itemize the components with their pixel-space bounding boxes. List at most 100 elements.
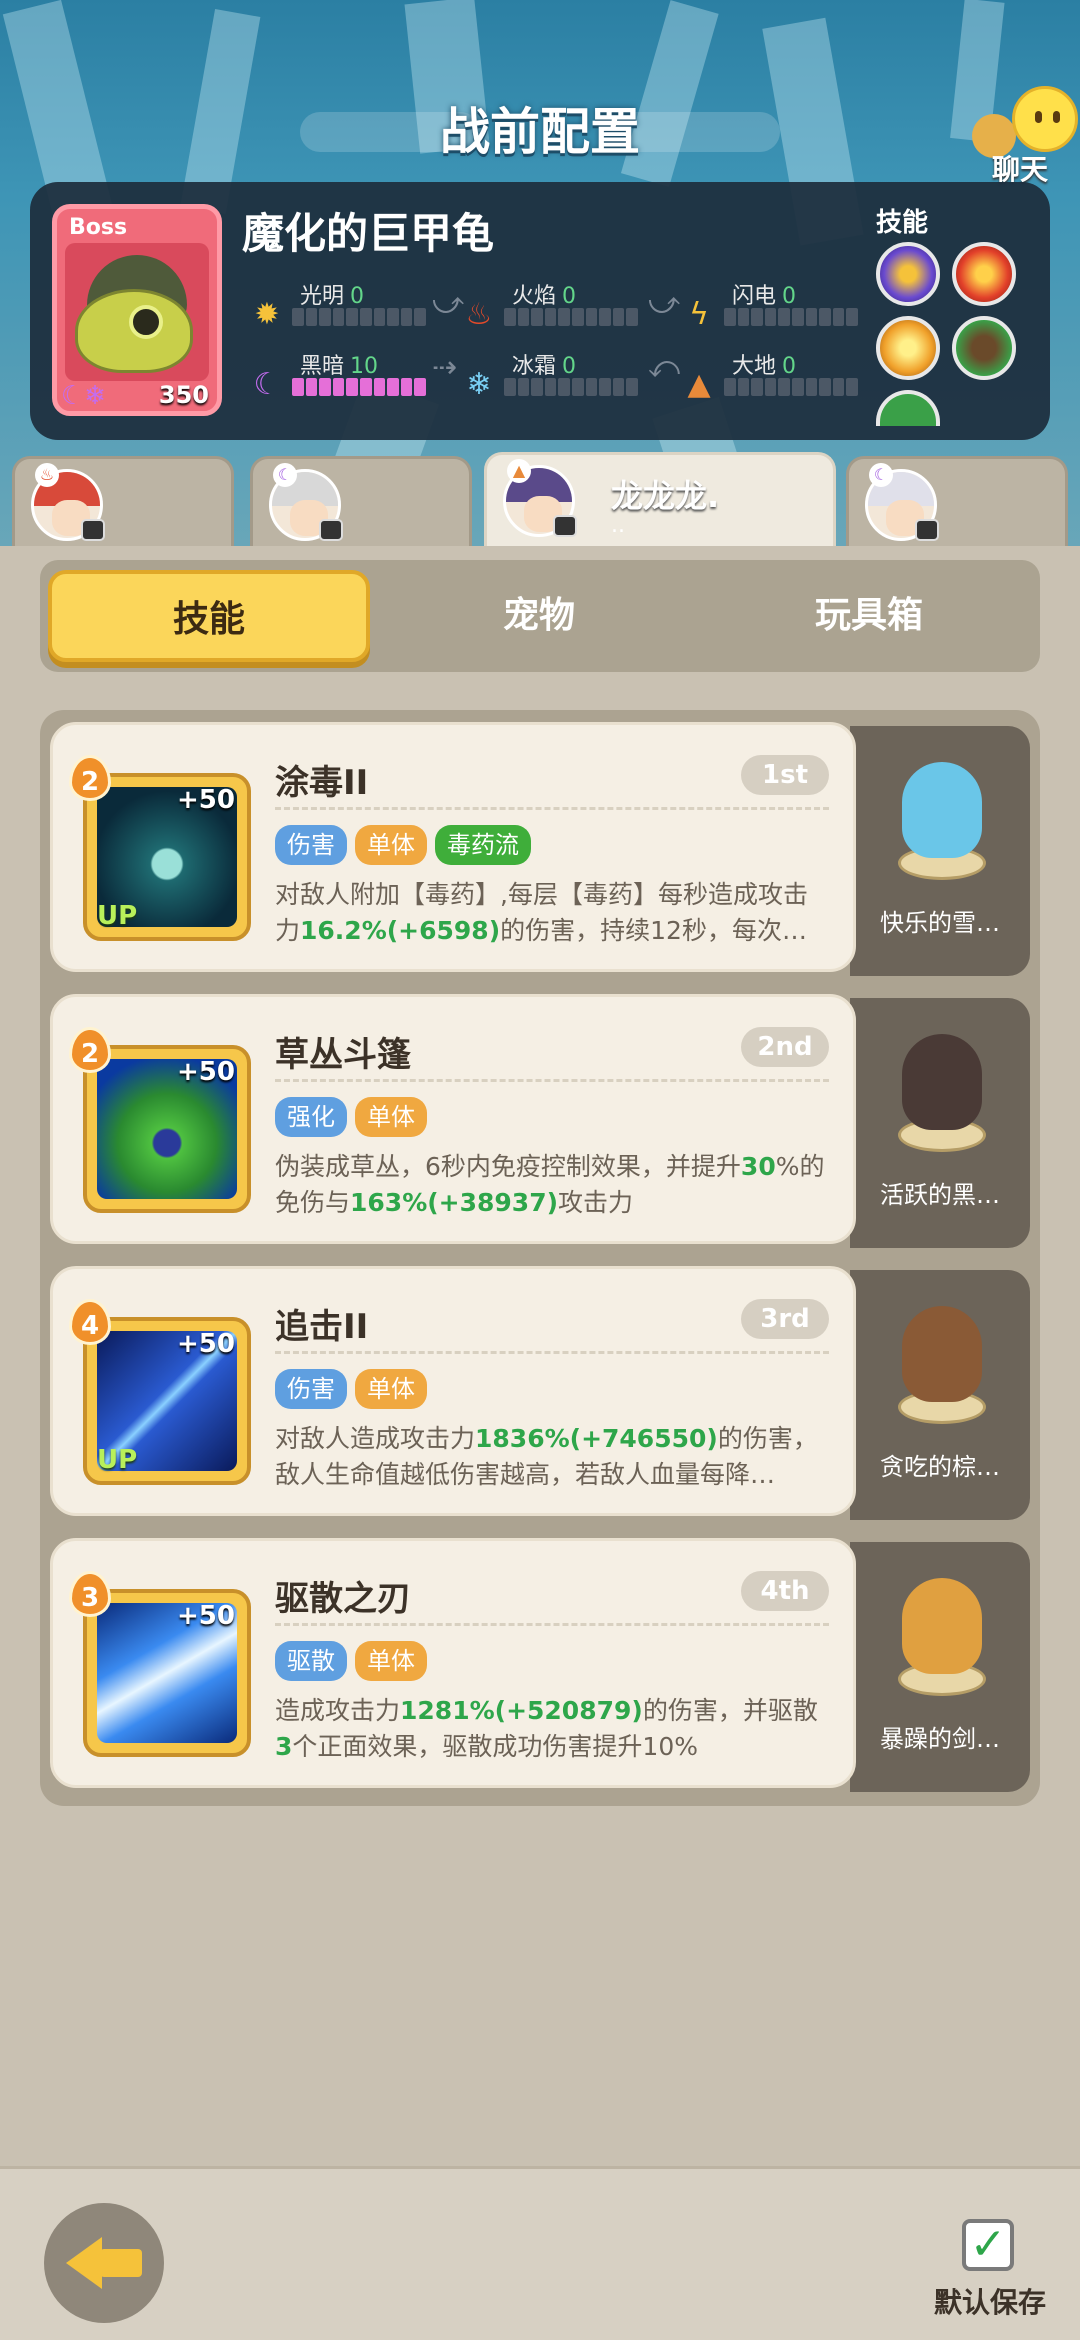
- character-name: 龙龙龙.: [611, 477, 720, 515]
- boss-badge: Boss: [69, 215, 128, 240]
- boss-skill-fireball-icon[interactable]: [952, 242, 1016, 306]
- skill-tag: 单体: [355, 825, 427, 865]
- arrow-icon: ⤻: [432, 286, 465, 321]
- tab-pets[interactable]: 宠物: [378, 570, 700, 662]
- pet-slot[interactable]: 暴躁的剑…: [850, 1542, 1030, 1792]
- bar-segment: [571, 378, 584, 396]
- desc-text: 的伤害，并驱散: [642, 1696, 818, 1725]
- element-dark: ☾ 黑暗 10: [250, 348, 450, 408]
- boss-portrait[interactable]: Boss ☾❄ 350: [52, 204, 222, 416]
- desc-highlight: 1836%(+746550): [475, 1424, 718, 1453]
- lock-icon: [915, 519, 939, 541]
- bar-segment: [724, 378, 736, 396]
- fire-element-icon: ♨: [35, 463, 59, 487]
- skill-card[interactable]: 4 +50 UP 追击II 3rd 伤害 单体 对敌人造成攻击力1836%(+7…: [50, 1266, 856, 1516]
- default-save-label: 默认保存: [934, 2286, 1047, 2319]
- bar-segment: [292, 378, 304, 396]
- bar-segment: [599, 378, 611, 396]
- skill-plus: +50: [177, 785, 235, 815]
- skill-tag: 单体: [355, 1641, 427, 1681]
- lock-icon: [319, 519, 343, 541]
- tab-toybox[interactable]: 玩具箱: [708, 570, 1030, 662]
- element-earth-label: 大地: [732, 354, 777, 379]
- element-earth: ▲ 大地 0: [682, 348, 882, 408]
- character-subtitle: ..: [611, 513, 625, 538]
- boss-level: 350: [158, 381, 209, 409]
- element-earth-value: 0: [782, 354, 797, 379]
- skill-card[interactable]: 2 +50 UP 涂毒II 1st 伤害 单体 毒药流 对敌人附加【毒药】,每层…: [50, 722, 856, 972]
- bottom-bar: ✓ 默认保存: [0, 2166, 1080, 2340]
- skill-card[interactable]: 2 +50 草丛斗篷 2nd 强化 单体 伪装成草丛，6秒内免疫控制效果，并提升…: [50, 994, 856, 1244]
- bar-segment: [292, 308, 304, 326]
- earth-element-icon: ▲: [507, 459, 531, 483]
- skill-plus: +50: [177, 1057, 235, 1087]
- skill-tag: 强化: [275, 1097, 347, 1137]
- back-button[interactable]: [44, 2203, 164, 2323]
- character-tab-3[interactable]: ▲ 龙龙龙. ..: [484, 452, 836, 556]
- chat-button[interactable]: 聊天: [966, 86, 1078, 186]
- bar-segment: [832, 308, 845, 326]
- skill-tag: 伤害: [275, 825, 347, 865]
- pet-avatar: [902, 1578, 982, 1674]
- flame-icon: ♨: [465, 297, 493, 332]
- bar-segment: [319, 308, 331, 326]
- bar-segment: [626, 378, 638, 396]
- skill-tags: 伤害 单体 毒药流: [275, 825, 531, 865]
- character-tab-2[interactable]: ☾: [250, 456, 472, 546]
- lock-icon: [81, 519, 105, 541]
- boss-skill-extra-icon[interactable]: [876, 390, 940, 426]
- element-fire: ♨ 火焰 0: [462, 278, 662, 338]
- skill-rank: 2nd: [741, 1027, 829, 1067]
- bar-segment: [612, 378, 625, 396]
- skill-name: 涂毒II: [275, 763, 369, 803]
- skill-up-badge: UP: [97, 901, 138, 931]
- default-save-checkbox[interactable]: ✓: [962, 2219, 1014, 2271]
- moon-snowflake-icon: ☾❄: [61, 381, 107, 411]
- bar-segment: [585, 378, 598, 396]
- bar-segment: [558, 378, 570, 396]
- desc-text: 攻击力: [558, 1188, 634, 1217]
- bar-segment: [764, 308, 777, 326]
- pet-slot[interactable]: 贪吃的棕…: [850, 1270, 1030, 1520]
- bar-segment: [373, 308, 386, 326]
- bar-segment: [832, 378, 845, 396]
- pet-name: 活跃的黑…: [880, 1181, 1000, 1209]
- pet-slot[interactable]: 快乐的雪…: [850, 726, 1030, 976]
- desc-text: 造成攻击力: [275, 1696, 401, 1725]
- skill-level-badge: 4: [69, 1299, 111, 1345]
- bar-segment: [805, 308, 818, 326]
- desc-text: 对敌人造成攻击力: [275, 1424, 476, 1453]
- desc-highlight: 30: [740, 1152, 776, 1181]
- element-frost-value: 0: [562, 354, 577, 379]
- character-tab-1[interactable]: ♨: [12, 456, 234, 546]
- sun-icon: ✹: [254, 297, 280, 332]
- skill-tag: 驱散: [275, 1641, 347, 1681]
- boss-skill-beast-icon[interactable]: [952, 316, 1016, 380]
- boss-name: 魔化的巨甲龟: [242, 209, 495, 258]
- desc-highlight: 16.2%(+6598): [300, 916, 501, 945]
- bar-segment: [846, 378, 858, 396]
- bar-segment: [751, 308, 763, 326]
- dark-element-icon: ☾: [869, 463, 893, 487]
- skill-plus: +50: [177, 1601, 235, 1631]
- category-tabs: 技能 宠物 玩具箱: [40, 560, 1040, 672]
- bar-segment: [319, 378, 331, 396]
- skill-card[interactable]: 3 +50 驱散之刃 4th 驱散 单体 造成攻击力1281%(+520879)…: [50, 1538, 856, 1788]
- desc-highlight: 3: [275, 1732, 293, 1761]
- pet-slot[interactable]: 活跃的黑…: [850, 998, 1030, 1248]
- skill-name: 草丛斗篷: [275, 1035, 411, 1075]
- back-arrow-icon: [66, 2237, 102, 2289]
- desc-text: 个正面效果，驱散成功伤害提升10%: [292, 1732, 698, 1761]
- desc-highlight: 1281%(+520879): [400, 1696, 643, 1725]
- boss-skill-crown-icon[interactable]: [876, 316, 940, 380]
- bar-segment: [305, 378, 318, 396]
- element-lightning-label: 闪电: [732, 284, 777, 309]
- skill-description: 造成攻击力1281%(+520879)的伤害，并驱散 3个正面效果，驱散成功伤害提…: [275, 1693, 829, 1765]
- bar-segment: [737, 378, 750, 396]
- bar-segment: [517, 378, 530, 396]
- skill-level-badge: 2: [69, 1027, 111, 1073]
- boss-skill-vortex-icon[interactable]: [876, 242, 940, 306]
- character-tab-4[interactable]: ☾: [846, 456, 1068, 546]
- mountain-icon: ▲: [687, 367, 711, 402]
- tab-skills[interactable]: 技能: [48, 570, 370, 662]
